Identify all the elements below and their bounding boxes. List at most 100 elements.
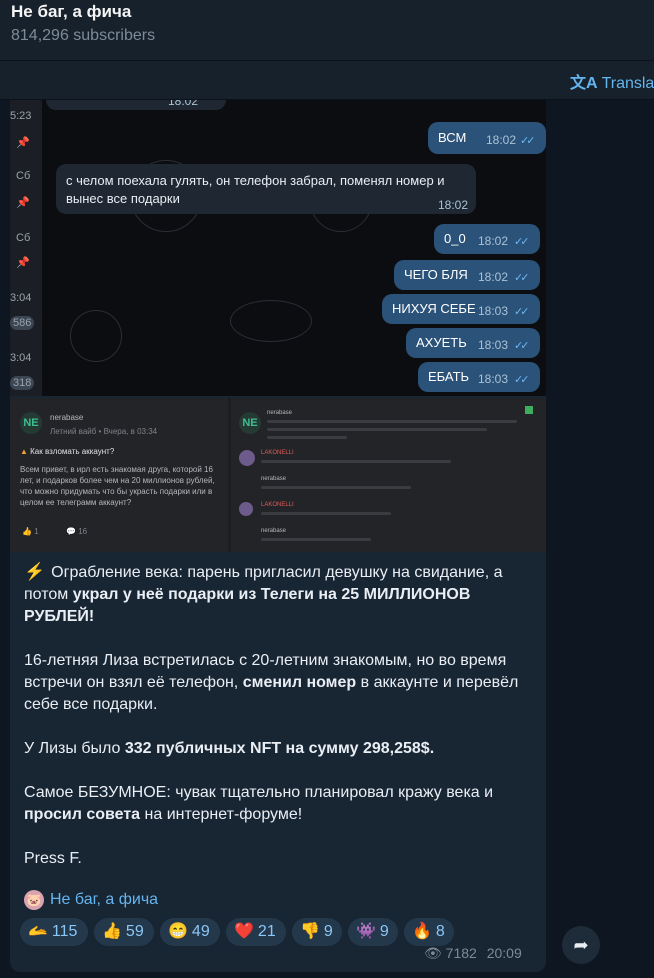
forum-text-line [267, 420, 517, 423]
message-time: 18:02 [478, 270, 509, 284]
read-check-icon: ✓✓ [514, 374, 530, 386]
forum-text-line [267, 436, 347, 439]
reaction-button[interactable]: 🔥 8 [404, 918, 454, 946]
reaction-button[interactable]: 👎 9 [292, 918, 342, 946]
like-icon: 👍 [22, 527, 35, 536]
channel-avatar: 🐷 [24, 890, 44, 910]
post-paragraph-1-bold: украл у неё подарки из Телеги на 25 МИЛЛ… [24, 586, 471, 625]
channel-title[interactable]: Не баг, а фича [11, 2, 131, 22]
commenter-name: nerabase [261, 476, 287, 482]
fire-icon: 🔥 [412, 923, 432, 940]
chat-message: ЕБАТЬ 18:03 ✓✓ [418, 362, 540, 392]
chat-screenshot-image[interactable]: 5:23 📌 Сб 📌 Сб 📌 3:04 586 3:04 318 18:02… [10, 100, 546, 396]
message-text: ЧЕГО БЛЯ [404, 267, 468, 282]
commenter-avatar [239, 502, 253, 516]
reaction-count: 8 [435, 923, 445, 940]
read-check-icon: ✓✓ [514, 340, 530, 352]
side-time: 3:04 [10, 352, 32, 364]
post-paragraph-3: У Лизы было [24, 740, 125, 757]
read-check-icon: ✓✓ [514, 272, 530, 284]
forum-username: nerabase [267, 410, 293, 416]
share-button[interactable]: ➦ [562, 926, 600, 964]
post-bubble: 5:23 📌 Сб 📌 Сб 📌 3:04 586 3:04 318 18:02… [10, 100, 546, 972]
forum-text-line [261, 538, 371, 541]
translate-button[interactable]: 文A Translat [570, 69, 654, 93]
commenter-name: LAKONELLI [261, 502, 294, 508]
forum-text-line [261, 460, 451, 463]
reaction-button[interactable]: ❤️ 21 [226, 918, 286, 946]
side-time: 3:04 [10, 292, 32, 304]
reaction-button[interactable]: 🫴 115 [20, 918, 88, 946]
heart-icon: ❤️ [234, 923, 254, 940]
message-text: с челом поехала гулять, он телефон забра… [66, 173, 445, 206]
post-paragraph-5: Press F. [24, 850, 82, 867]
forum-body: Всем привет, в ирл есть знакомая друга, … [20, 465, 215, 507]
channel-signature-link[interactable]: 🐷 Не баг, а фича [24, 890, 158, 912]
reaction-button[interactable]: 👾 9 [348, 918, 398, 946]
reaction-count: 115 [51, 923, 78, 940]
read-check-icon: ✓✓ [514, 236, 530, 248]
chat-message: ЧЕГО БЛЯ 18:02 ✓✓ [394, 260, 540, 290]
forum-likes: 👍 1 [22, 526, 39, 537]
message-time: 18:02 [168, 100, 199, 108]
reaction-count: 21 [257, 923, 276, 940]
reaction-count: 59 [125, 923, 144, 940]
fire-icon: ▲ [20, 447, 31, 456]
translate-label: Translat [601, 75, 654, 92]
reaction-button[interactable]: 😁 49 [160, 918, 220, 946]
translate-bar: 文A Translat [0, 61, 654, 100]
forum-post-meta: Летний вайб • Вчера, в 03:34 [50, 427, 158, 436]
post-meta: 👁 7182 20:09 [424, 945, 522, 962]
forum-comments: 💬 16 [66, 526, 87, 537]
reaction-button[interactable]: 👍 59 [94, 918, 154, 946]
read-check-icon: ✓✓ [520, 135, 536, 147]
forum-post-panel: NE nerabase Летний вайб • Вчера, в 03:34… [10, 398, 228, 552]
chat-list-strip: 5:23 📌 Сб 📌 Сб 📌 3:04 586 3:04 318 [10, 100, 42, 396]
message-text: АХУЕТЬ [416, 335, 467, 350]
chat-message: АХУЕТЬ 18:03 ✓✓ [406, 328, 540, 358]
thumbs-down-icon: 👎 [300, 923, 320, 940]
reaction-count: 9 [323, 923, 333, 940]
forum-username: nerabase [50, 413, 84, 422]
forum-screenshot-image[interactable]: NE nerabase Летний вайб • Вчера, в 03:34… [10, 398, 546, 552]
share-icon: ➦ [573, 935, 589, 955]
signature-text: Не баг, а фича [50, 891, 159, 909]
commenter-name: nerabase [261, 528, 287, 534]
chat-message-cut: 18:02 [46, 100, 226, 110]
pin-icon: 📌 [16, 257, 30, 269]
forum-question: ▲ Как взломать аккаунт? [20, 446, 114, 457]
message-feed: 5:23 📌 Сб 📌 Сб 📌 3:04 586 3:04 318 18:02… [0, 100, 654, 978]
space-invader-icon: 👾 [356, 923, 376, 940]
read-check-icon: ✓✓ [514, 306, 530, 318]
post-paragraph-4: Самое БЕЗУМНОЕ: чувак тщательно планиров… [24, 784, 494, 801]
side-time: 5:23 [10, 110, 32, 122]
doodle-decoration [70, 310, 122, 362]
post-paragraph-3-bold: 332 публичных NFT на сумму 298,258$. [124, 740, 435, 757]
comment-icon: 💬 [66, 527, 79, 536]
forum-text-line [261, 486, 411, 489]
post-time: 20:09 [486, 945, 522, 961]
message-time: 18:02 [478, 234, 509, 248]
side-time: Сб [16, 232, 31, 244]
unread-badge: 318 [10, 376, 35, 390]
subscriber-count: 814,296 subscribers [11, 27, 156, 44]
message-time: 18:02 [438, 198, 469, 212]
message-text: ВСМ [438, 130, 467, 145]
post-paragraph-2-bold: сменил номер [242, 674, 357, 691]
message-text: ЕБАТЬ [428, 369, 470, 384]
chat-message: НИХУЯ СЕБЕ 18:03 ✓✓ [382, 294, 540, 324]
chat-message: ВСМ 18:02 ✓✓ [428, 122, 546, 154]
translate-icon: 文A [570, 75, 598, 92]
commenter-avatar [239, 450, 255, 466]
lightning-icon: ⚡ [24, 562, 46, 581]
forum-avatar: NE [20, 412, 42, 434]
channel-header: Не баг, а фича 814,296 subscribers [0, 0, 654, 61]
post-paragraph-4-bold: просил совета [24, 806, 141, 823]
forum-likes-count: 1 [34, 527, 39, 536]
doodle-decoration [230, 300, 312, 342]
message-time: 18:03 [478, 372, 509, 386]
side-time: Сб [16, 170, 31, 182]
forum-comments-count: 16 [78, 527, 88, 536]
pin-icon: 📌 [16, 197, 30, 209]
message-time: 18:02 [486, 133, 517, 147]
